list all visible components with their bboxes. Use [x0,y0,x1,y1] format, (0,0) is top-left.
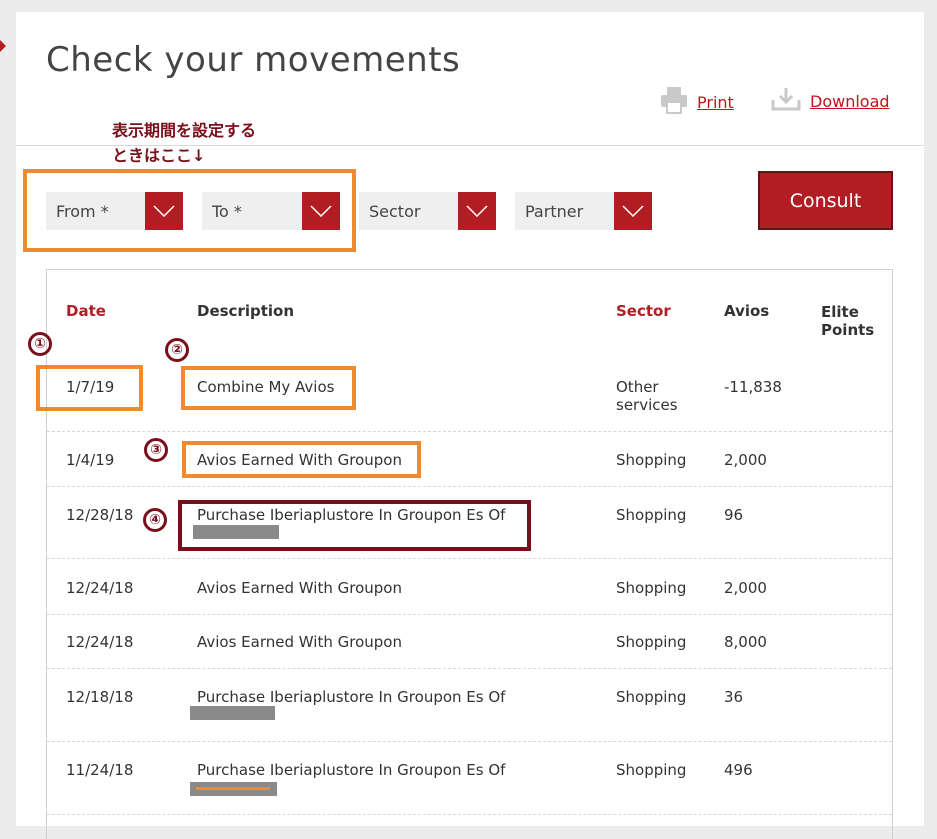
row4-description: Avios Earned With Groupon [197,579,402,597]
row3-date: 12/28/18 [66,506,134,524]
chevron-down-icon [145,192,183,230]
chevron-down-icon [614,192,652,230]
from-date-select[interactable]: From * [46,192,183,230]
annotation-note-line1: 表示期間を設定する [112,121,257,140]
description-highlight-box [181,366,356,410]
row3-sector: Shopping [616,506,687,524]
purchase-highlight-box [178,500,531,551]
marker-3: ③ [144,438,168,462]
page-title: Check your movements [46,40,461,80]
side-marker-arrow [0,40,6,52]
download-link[interactable]: Download [810,92,890,111]
printer-icon [659,86,689,118]
orange-underline [196,787,270,790]
row2-sector: Shopping [616,451,687,469]
marker-2: ② [165,338,189,362]
chevron-down-icon [302,192,340,230]
annotation-note: 表示期間を設定する ときはここ↓ [112,118,256,168]
row7-sector: Shopping [616,761,687,779]
row5-description: Avios Earned With Groupon [197,633,402,651]
groupon-highlight-box [182,441,421,478]
row-divider [47,614,892,615]
row-divider [47,668,892,669]
row5-sector: Shopping [616,633,687,651]
marker-1: ① [28,332,52,356]
column-header-avios: Avios [724,302,770,320]
row-divider [47,486,892,487]
row6-sector: Shopping [616,688,687,706]
row1-avios: -11,838 [724,378,782,396]
row1-sector: Other services [616,378,678,414]
row-divider [47,741,892,742]
consult-button[interactable]: Consult [758,171,893,230]
row4-avios: 2,000 [724,579,767,597]
row-divider [47,558,892,559]
from-date-label: From * [56,201,109,221]
download-icon [770,86,802,116]
row5-avios: 8,000 [724,633,767,651]
row5-date: 12/24/18 [66,633,134,651]
redacted-block [190,706,275,720]
column-header-date[interactable]: Date [66,302,106,320]
column-header-elite-line2: Points [821,321,875,339]
to-date-select[interactable]: To * [202,192,340,230]
sector-select-label: Sector [369,201,421,221]
download-action[interactable]: Download [770,86,890,116]
row-divider [47,431,892,432]
partner-select-label: Partner [525,201,584,221]
row7-description: Purchase Iberiaplustore In Groupon Es Of [197,761,506,779]
sector-select[interactable]: Sector [359,192,496,230]
row4-sector: Shopping [616,579,687,597]
column-header-description: Description [197,302,295,320]
annotation-note-line2: ときはここ↓ [112,146,206,165]
row7-date: 11/24/18 [66,761,134,779]
column-header-elite-points: Elite Points [821,303,874,339]
partner-select[interactable]: Partner [515,192,652,230]
marker-4: ④ [143,508,167,532]
row6-date: 12/18/18 [66,688,134,706]
row3-avios: 96 [724,506,744,524]
to-date-label: To * [212,201,242,221]
row2-date: 1/4/19 [66,451,115,469]
row6-description: Purchase Iberiaplustore In Groupon Es Of [197,688,506,706]
row7-avios: 496 [724,761,753,779]
chevron-down-icon [458,192,496,230]
row2-avios: 2,000 [724,451,767,469]
movements-card: Check your movements Print Download 表示期間… [16,12,924,839]
row6-avios: 36 [724,688,744,706]
row4-date: 12/24/18 [66,579,134,597]
column-header-sector[interactable]: Sector [616,302,671,320]
row-divider [47,814,892,815]
date-highlight-box [36,365,143,411]
print-action[interactable]: Print [659,86,734,118]
column-header-elite-line1: Elite [821,303,859,321]
print-link[interactable]: Print [697,93,734,112]
